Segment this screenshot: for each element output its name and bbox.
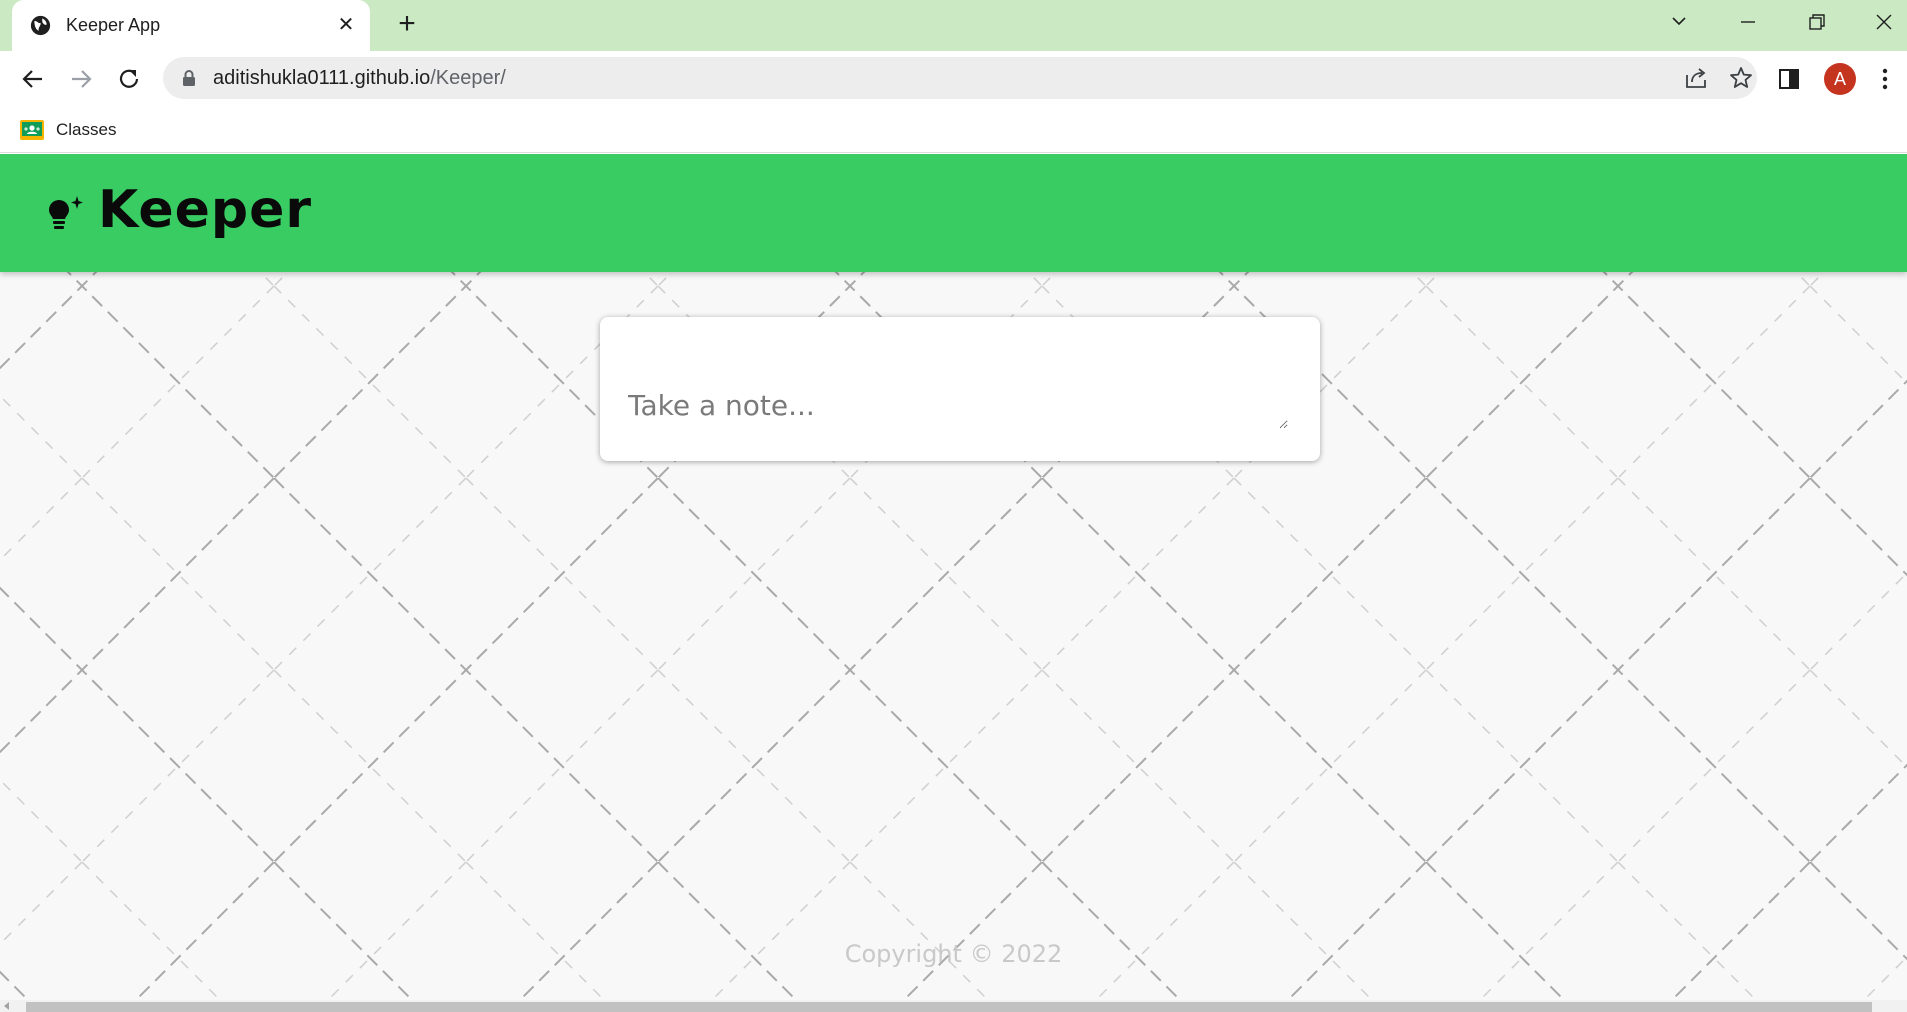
tab-search-icon[interactable] — [1661, 8, 1697, 36]
address-bar[interactable]: aditishukla0111.github.io/Keeper/ — [163, 57, 1757, 99]
scroll-left-arrow-icon[interactable] — [4, 1002, 9, 1010]
side-panel-icon[interactable] — [1776, 66, 1802, 92]
new-tab-button[interactable]: + — [392, 9, 422, 40]
lightbulb-sparkle-icon — [49, 196, 83, 229]
tab-strip: Keeper App ✕ + — [0, 0, 1907, 51]
background-pattern — [0, 154, 1907, 1012]
restore-icon[interactable] — [1798, 8, 1834, 36]
scrollbar-thumb[interactable] — [26, 1002, 1872, 1012]
profile-avatar[interactable]: A — [1824, 63, 1856, 95]
google-classroom-icon — [20, 120, 44, 140]
bookmarks-bar: Classes — [0, 108, 1907, 153]
bookmark-star-icon[interactable] — [1728, 65, 1754, 91]
horizontal-scrollbar[interactable] — [0, 1000, 1907, 1012]
footer-copyright: Copyright © 2022 — [844, 940, 1063, 968]
close-tab-icon[interactable]: ✕ — [334, 13, 358, 37]
reload-icon[interactable] — [111, 61, 147, 97]
share-icon[interactable] — [1683, 65, 1709, 91]
create-note-card — [600, 317, 1320, 461]
forward-arrow-icon[interactable] — [63, 61, 99, 97]
browser-tab[interactable]: Keeper App ✕ — [12, 0, 370, 51]
url-path: /Keeper/ — [430, 67, 506, 89]
note-input[interactable] — [628, 389, 1288, 429]
url-host: aditishukla0111.github.io — [213, 67, 431, 89]
minimize-icon[interactable] — [1730, 8, 1766, 36]
globe-icon — [30, 15, 51, 36]
back-arrow-icon[interactable] — [15, 61, 51, 97]
tab-title: Keeper App — [66, 15, 161, 35]
menu-kebab-icon[interactable] — [1874, 64, 1896, 94]
url-text[interactable]: aditishukla0111.github.io/Keeper/ — [213, 67, 506, 90]
bookmark-label: Classes — [56, 120, 117, 139]
app-title: Keeper — [98, 180, 313, 240]
close-window-icon[interactable] — [1866, 8, 1902, 36]
page-viewport: Keeper Copyright © 2022 — [0, 154, 1907, 1012]
lock-icon[interactable] — [181, 69, 197, 87]
app-header: Keeper — [0, 154, 1907, 272]
